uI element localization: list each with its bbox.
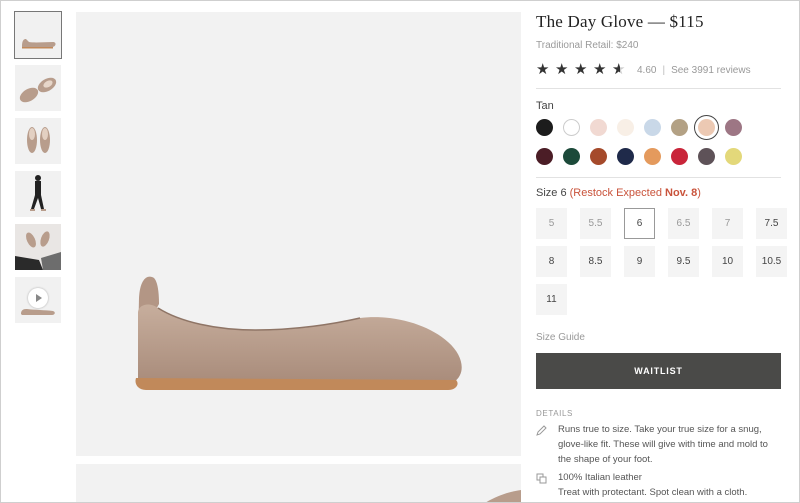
color-swatch[interactable] xyxy=(671,119,688,136)
size-option[interactable]: 8.5 xyxy=(580,246,611,277)
color-swatch[interactable] xyxy=(671,148,688,165)
size-label-row: Size 6 (Restock Expected Nov. 8) xyxy=(536,187,781,201)
play-icon xyxy=(28,288,48,308)
size-guide-link[interactable]: Size Guide xyxy=(536,332,781,345)
size-option[interactable]: 5 xyxy=(536,208,567,239)
size-option[interactable]: 7 xyxy=(712,208,743,239)
color-swatch[interactable] xyxy=(617,148,634,165)
thumbnail-side-view[interactable] xyxy=(14,11,62,59)
thumbnail-video[interactable] xyxy=(15,277,61,323)
rating-value: 4.60 xyxy=(637,64,657,76)
size-options: 5 5.5 6 6.5 7 7.5 8 8.5 9 9.5 10 10.5 11 xyxy=(536,208,787,315)
shoe-side-thumbnail-image xyxy=(22,39,56,49)
size-option[interactable]: 6.5 xyxy=(668,208,699,239)
size-option[interactable]: 7.5 xyxy=(756,208,787,239)
main-product-image[interactable] xyxy=(76,12,521,456)
size-option[interactable]: 6 xyxy=(624,208,655,239)
model-walking-thumbnail-image xyxy=(30,175,46,211)
color-swatch[interactable] xyxy=(617,119,634,136)
divider xyxy=(536,88,781,89)
color-label: Tan xyxy=(536,100,554,112)
size-option[interactable]: 9.5 xyxy=(668,246,699,277)
leather-swatch-icon xyxy=(536,470,558,500)
rating-row: ★ ★ ★ ★ ★ ★ 4.60 | See 3991 reviews xyxy=(536,62,781,78)
color-swatch[interactable] xyxy=(536,148,553,165)
star-icon: ★ xyxy=(555,61,569,78)
thumbnail-model-feet[interactable] xyxy=(15,224,61,270)
restock-suffix: ) xyxy=(697,187,701,199)
restock-notice: (Restock Expected Nov. 8) xyxy=(570,187,701,199)
size-label: Size 6 xyxy=(536,187,567,199)
divider xyxy=(536,177,781,178)
thumbnail-list xyxy=(14,11,62,330)
secondary-shoe-image xyxy=(486,490,521,502)
see-reviews-link[interactable]: See 3991 reviews xyxy=(671,65,751,76)
waitlist-button[interactable]: WAITLIST xyxy=(536,353,781,389)
color-swatches xyxy=(536,115,781,165)
star-icon: ★ xyxy=(536,61,550,78)
color-swatch[interactable] xyxy=(725,148,742,165)
size-option[interactable]: 10 xyxy=(712,246,743,277)
thumbnail-pair-view[interactable] xyxy=(15,65,61,111)
detail-material: 100% Italian leather Treat with protecta… xyxy=(536,470,781,500)
thumbnail-model-full[interactable] xyxy=(15,171,61,217)
care-line: Treat with protectant. Spot clean with a… xyxy=(558,487,748,498)
shoe-pair-thumbnail-image xyxy=(19,77,57,103)
color-swatch[interactable] xyxy=(590,148,607,165)
color-swatch[interactable] xyxy=(698,148,715,165)
model-feet-thumbnail-image xyxy=(15,224,61,270)
detail-fit: Runs true to size. Take your true size f… xyxy=(536,422,781,467)
color-swatch[interactable] xyxy=(694,115,719,140)
rating-separator: | xyxy=(662,64,666,76)
size-option[interactable]: 8 xyxy=(536,246,567,277)
details-heading: DETAILS xyxy=(536,409,573,418)
traditional-retail-price: Traditional Retail: $240 xyxy=(536,40,639,51)
shoe-side-view-image xyxy=(135,276,462,390)
half-star-icon: ★ ★ xyxy=(612,61,626,78)
color-swatch[interactable] xyxy=(644,119,661,136)
color-swatch[interactable] xyxy=(563,119,580,136)
shoe-top-thumbnail-image xyxy=(27,127,50,153)
size-option[interactable]: 5.5 xyxy=(580,208,611,239)
thumbnail-top-view[interactable] xyxy=(15,118,61,164)
star-icon: ★ xyxy=(574,61,588,78)
color-swatch[interactable] xyxy=(590,119,607,136)
color-swatch[interactable] xyxy=(536,119,553,136)
material-line: 100% Italian leather xyxy=(558,472,642,483)
color-swatch[interactable] xyxy=(644,148,661,165)
restock-date: Nov. 8 xyxy=(665,187,698,199)
star-icon: ★ xyxy=(593,61,607,78)
color-swatch[interactable] xyxy=(563,148,580,165)
material-text: 100% Italian leather Treat with protecta… xyxy=(558,470,747,500)
product-page: The Day Glove — $115 Traditional Retail:… xyxy=(0,0,800,503)
size-option[interactable]: 9 xyxy=(624,246,655,277)
product-title: The Day Glove — $115 xyxy=(536,12,704,31)
pencil-icon xyxy=(536,422,558,467)
product-info-panel: The Day Glove — $115 Traditional Retail:… xyxy=(536,12,787,500)
fit-text: Runs true to size. Take your true size f… xyxy=(558,424,768,465)
size-option[interactable]: 11 xyxy=(536,284,567,315)
size-option[interactable]: 10.5 xyxy=(756,246,787,277)
color-swatch[interactable] xyxy=(725,119,742,136)
restock-prefix: (Restock Expected xyxy=(569,187,666,199)
secondary-product-image[interactable] xyxy=(76,464,521,502)
